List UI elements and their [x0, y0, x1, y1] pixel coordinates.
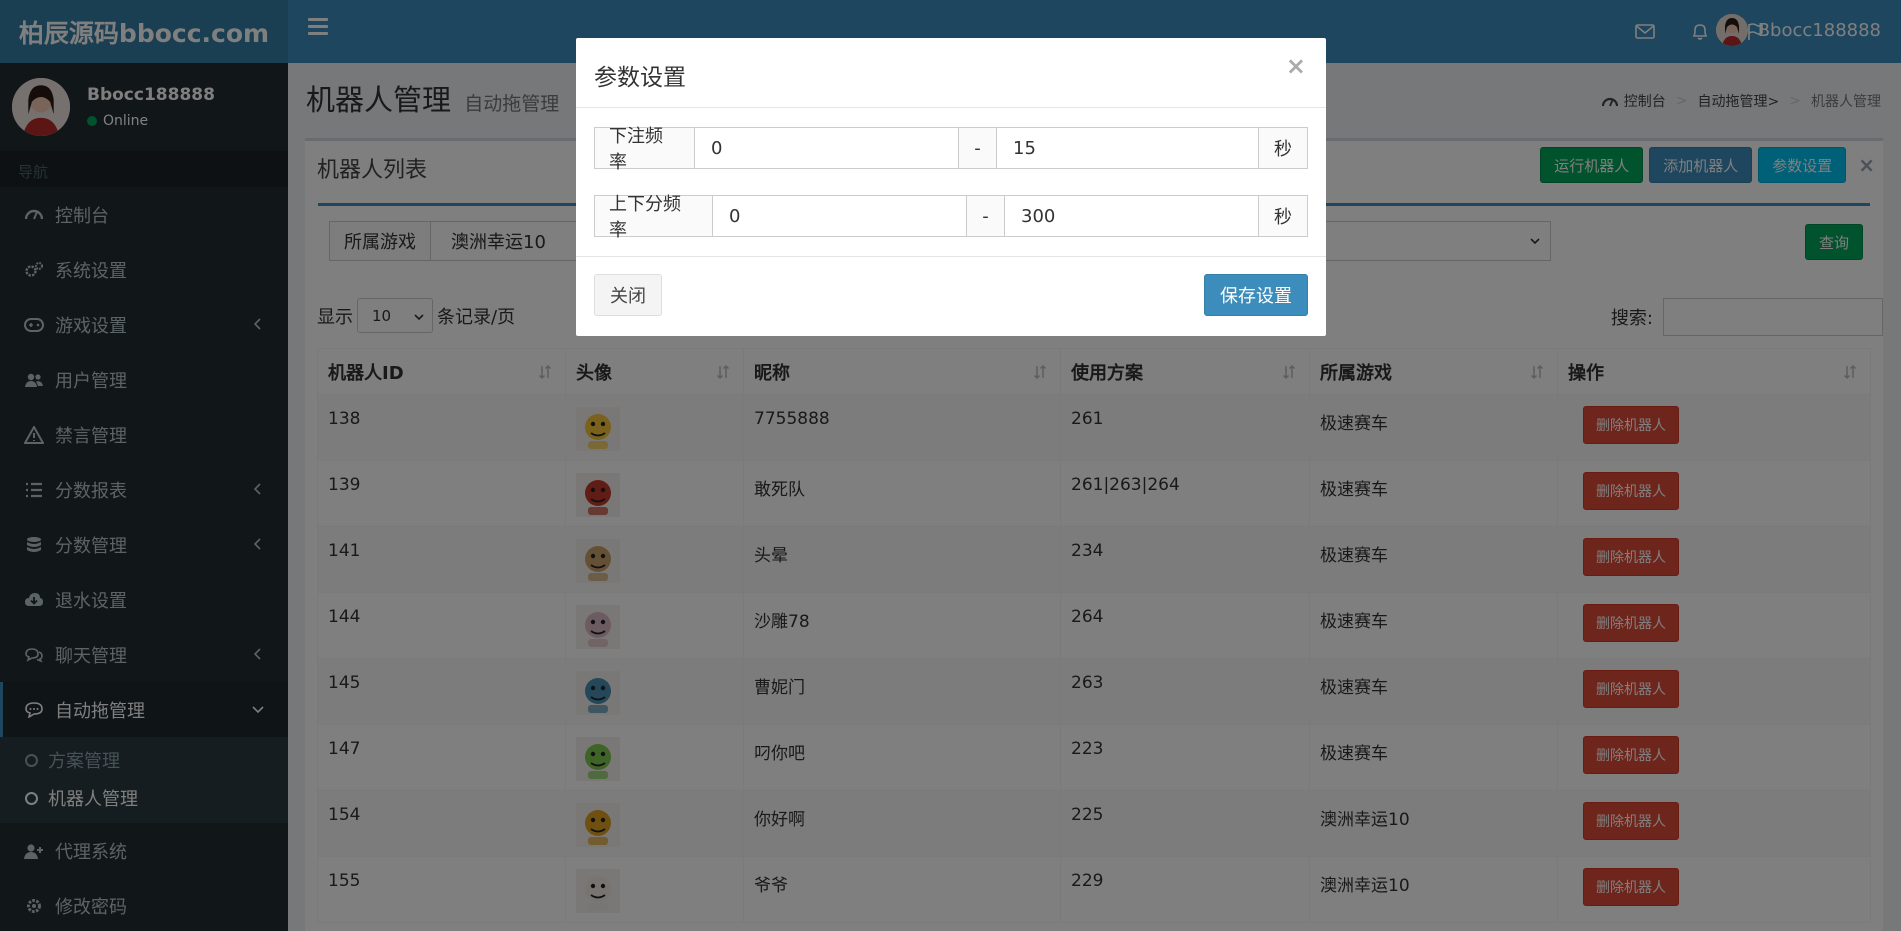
score-frequency-max-input[interactable]: 300: [1005, 195, 1259, 237]
parameter-settings-modal: 参数设置 × 下注频率 0 - 15 秒 上下分频率 0 - 300 秒 关闭 …: [576, 38, 1326, 336]
close-icon[interactable]: ×: [1286, 52, 1306, 80]
modal-title: 参数设置: [594, 65, 686, 91]
seconds-unit: 秒: [1259, 127, 1308, 169]
bet-frequency-max-input[interactable]: 15: [997, 127, 1259, 169]
modal-footer-divider: [576, 256, 1326, 257]
bet-frequency-label: 下注频率: [594, 126, 695, 173]
bet-frequency-min-input[interactable]: 0: [695, 127, 959, 169]
score-frequency-min-input[interactable]: 0: [713, 195, 967, 237]
save-settings-button[interactable]: 保存设置: [1204, 274, 1308, 316]
bet-frequency-row: 下注频率 0 - 15 秒: [594, 126, 1308, 173]
range-separator: -: [967, 195, 1005, 237]
seconds-unit: 秒: [1259, 195, 1308, 237]
modal-header-divider: [576, 107, 1326, 108]
score-frequency-row: 上下分频率 0 - 300 秒: [594, 194, 1308, 241]
score-frequency-label: 上下分频率: [594, 194, 713, 241]
close-button[interactable]: 关闭: [594, 274, 662, 316]
range-separator: -: [959, 127, 997, 169]
